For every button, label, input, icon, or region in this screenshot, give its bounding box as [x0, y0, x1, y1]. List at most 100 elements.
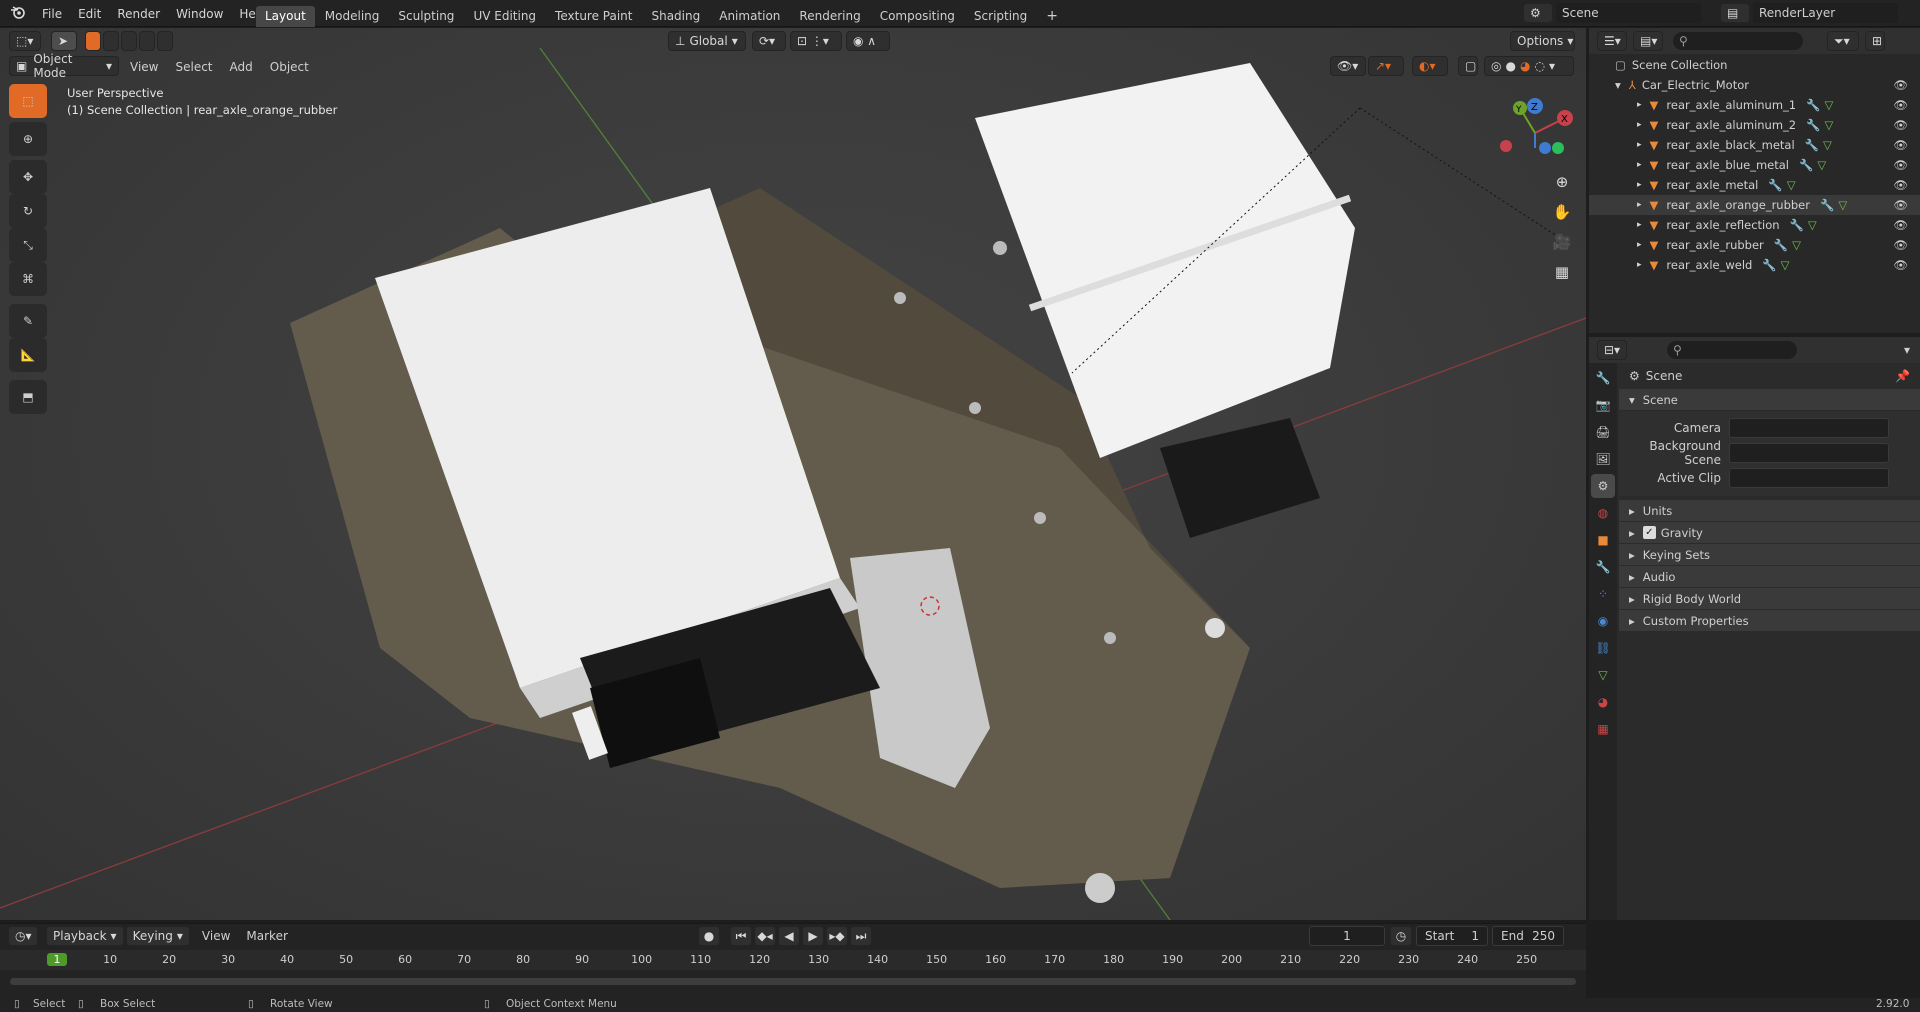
tab-scripting[interactable]: Scripting	[965, 6, 1036, 27]
constraints-icon[interactable]: ⛓	[1591, 636, 1615, 660]
menu-window[interactable]: Window	[168, 7, 231, 21]
ortho-grid-icon[interactable]: ▦	[1548, 258, 1576, 286]
view-layer-icon[interactable]: 🖼	[1591, 447, 1615, 471]
tool-select-box[interactable]: ⬚	[9, 84, 47, 118]
current-frame-field[interactable]: 1	[1309, 926, 1385, 946]
navigation-gizmo[interactable]: X Z Y	[1490, 88, 1580, 178]
render-properties-icon[interactable]: 📷	[1591, 393, 1615, 417]
outliner-search-input[interactable]: ⚲	[1673, 32, 1803, 50]
scene-selector-icon[interactable]: ⚙	[1523, 3, 1553, 23]
properties-search-input[interactable]: ⚲	[1667, 341, 1797, 359]
menu-render[interactable]: Render	[109, 7, 168, 21]
3d-viewport[interactable]: ⬚▾ ➤ ⊥ Global ▾ ⟳▾ ⊡ ⋮▾ ◉ ∧ Options ▾ ▣ Obje…	[0, 28, 1586, 920]
new-collection-icon[interactable]: ⊞	[1865, 31, 1885, 51]
camera-view-icon[interactable]: 🎥	[1548, 228, 1576, 256]
tool-add-cube[interactable]: ⬒	[9, 380, 47, 414]
mode-dropdown[interactable]: ▣ Object Mode ▾	[9, 52, 119, 80]
tab-texture-paint[interactable]: Texture Paint	[546, 6, 641, 27]
expand-arrow-icon[interactable]: ▸	[1637, 100, 1642, 110]
visibility-eye-icon[interactable]: 👁	[1893, 78, 1908, 92]
timeline-menu-marker[interactable]: Marker	[246, 929, 287, 943]
snap-icon[interactable]: ⊡ ⋮▾	[790, 31, 842, 51]
tool-transform[interactable]: ⌘	[9, 262, 47, 296]
jump-end-icon[interactable]: ⏭	[850, 926, 872, 946]
outliner-item[interactable]: ▸ ▼ rear_axle_blue_metal 🔧 ▽ 👁	[1589, 155, 1920, 175]
tool-move[interactable]: ✥	[9, 160, 47, 194]
object-data-icon[interactable]: ▽	[1591, 663, 1615, 687]
expand-arrow-icon[interactable]: ▸	[1637, 160, 1642, 170]
add-workspace-button[interactable]: +	[1037, 6, 1067, 27]
tab-shading[interactable]: Shading	[642, 6, 709, 27]
viewport-menu-add[interactable]: Add	[230, 60, 253, 74]
expand-arrow-icon[interactable]: ▸	[1637, 120, 1642, 130]
tab-rendering[interactable]: Rendering	[790, 6, 869, 27]
wireframe-shading-icon[interactable]: ◎	[1491, 59, 1501, 73]
timeline-scrollbar[interactable]	[10, 978, 1576, 985]
viewport-menu-object[interactable]: Object	[270, 60, 309, 74]
tab-modeling[interactable]: Modeling	[316, 6, 389, 27]
camera-field[interactable]	[1729, 417, 1889, 438]
world-properties-icon[interactable]: ◍	[1591, 501, 1615, 525]
start-frame-field[interactable]: Start 1	[1416, 926, 1488, 946]
active-clip-field[interactable]	[1729, 467, 1889, 488]
outliner-item[interactable]: ▸ ▼ rear_axle_aluminum_2 🔧 ▽ 👁	[1589, 115, 1920, 135]
visibility-eye-icon[interactable]: 👁	[1893, 118, 1908, 132]
outliner-item[interactable]: ▸ ▼ rear_axle_weld 🔧 ▽ 👁	[1589, 255, 1920, 275]
jump-start-icon[interactable]: ⏮	[730, 926, 752, 946]
select-subtract-icon[interactable]	[121, 31, 137, 51]
prev-keyframe-icon[interactable]: ◆◂	[754, 926, 776, 946]
visibility-eye-icon[interactable]: 👁	[1893, 218, 1908, 232]
visibility-eye-icon[interactable]: 👁	[1893, 238, 1908, 252]
pin-icon[interactable]: 📌	[1895, 369, 1910, 383]
end-frame-field[interactable]: End 250	[1492, 926, 1564, 946]
rendered-shading-icon[interactable]: ◌	[1534, 59, 1544, 73]
editor-type-icon[interactable]: ⬚▾	[9, 31, 41, 51]
object-properties-icon[interactable]: ■	[1591, 528, 1615, 552]
expand-arrow-icon[interactable]: ▸	[1637, 260, 1642, 270]
visibility-eye-icon[interactable]: 👁	[1893, 138, 1908, 152]
viewport-menu-select[interactable]: Select	[175, 60, 212, 74]
outliner-item[interactable]: ▸ ▼ rear_axle_metal 🔧 ▽ 👁	[1589, 175, 1920, 195]
render-layer-selector-icon[interactable]: ▤	[1720, 3, 1750, 23]
chevron-down-icon[interactable]: ▾	[1904, 343, 1910, 357]
play-reverse-icon[interactable]: ◀	[778, 926, 800, 946]
keying-sets-section[interactable]: ▸ Keying Sets	[1619, 544, 1920, 566]
options-dropdown[interactable]: Options ▾	[1510, 31, 1575, 51]
menu-edit[interactable]: Edit	[70, 7, 109, 21]
zoom-icon[interactable]: ⊕	[1548, 168, 1576, 196]
custom-properties-section[interactable]: ▸ Custom Properties	[1619, 610, 1920, 632]
select-tool-icon[interactable]: ➤	[51, 31, 77, 51]
modifier-properties-icon[interactable]: 🔧	[1591, 555, 1615, 579]
tool-measure[interactable]: 📐	[9, 338, 47, 372]
collection-row[interactable]: ▾ ⅄ Car_Electric_Motor 👁	[1589, 75, 1920, 95]
visibility-eye-icon[interactable]: 👁	[1893, 198, 1908, 212]
next-keyframe-icon[interactable]: ▸◆	[826, 926, 848, 946]
material-icon[interactable]: ◕	[1591, 690, 1615, 714]
tool-properties-icon[interactable]: 🔧	[1591, 366, 1615, 390]
expand-arrow-icon[interactable]: ▸	[1637, 180, 1642, 190]
outliner-item[interactable]: ▸ ▼ rear_axle_aluminum_1 🔧 ▽ 👁	[1589, 95, 1920, 115]
visibility-eye-icon[interactable]: 👁	[1893, 98, 1908, 112]
select-new-icon[interactable]	[85, 31, 101, 51]
render-layer-field[interactable]: RenderLayer	[1753, 3, 1898, 23]
viewport-menu-view[interactable]: View	[130, 60, 158, 74]
select-invert-icon[interactable]	[139, 31, 155, 51]
xray-icon[interactable]: ▢	[1458, 56, 1478, 76]
frame-ruler[interactable]: 1 10 20 30 40 50 60 70 80 90 100 110 120 130 140 150 160…	[0, 950, 1586, 970]
timeline-menu-view[interactable]: View	[202, 929, 230, 943]
expand-arrow-icon[interactable]: ▸	[1637, 220, 1642, 230]
solid-shading-icon[interactable]: ●	[1505, 59, 1515, 73]
record-icon[interactable]: ●	[698, 926, 720, 946]
playback-dropdown[interactable]: Playback ▾	[46, 926, 124, 946]
tool-rotate[interactable]: ↻	[9, 194, 47, 228]
play-icon[interactable]: ▶	[802, 926, 824, 946]
tool-scale[interactable]: ⤡	[9, 228, 47, 262]
preview-range-icon[interactable]: ◷	[1390, 926, 1412, 946]
timeline-track-area[interactable]	[0, 970, 1586, 996]
gravity-checkbox[interactable]: ✓	[1642, 526, 1656, 539]
audio-section[interactable]: ▸ Audio	[1619, 566, 1920, 588]
select-intersect-icon[interactable]	[157, 31, 173, 51]
scene-collection-row[interactable]: ▢ Scene Collection	[1589, 55, 1920, 75]
material-shading-icon[interactable]: ◕	[1520, 59, 1530, 73]
visibility-eye-icon[interactable]: 👁	[1893, 258, 1908, 272]
